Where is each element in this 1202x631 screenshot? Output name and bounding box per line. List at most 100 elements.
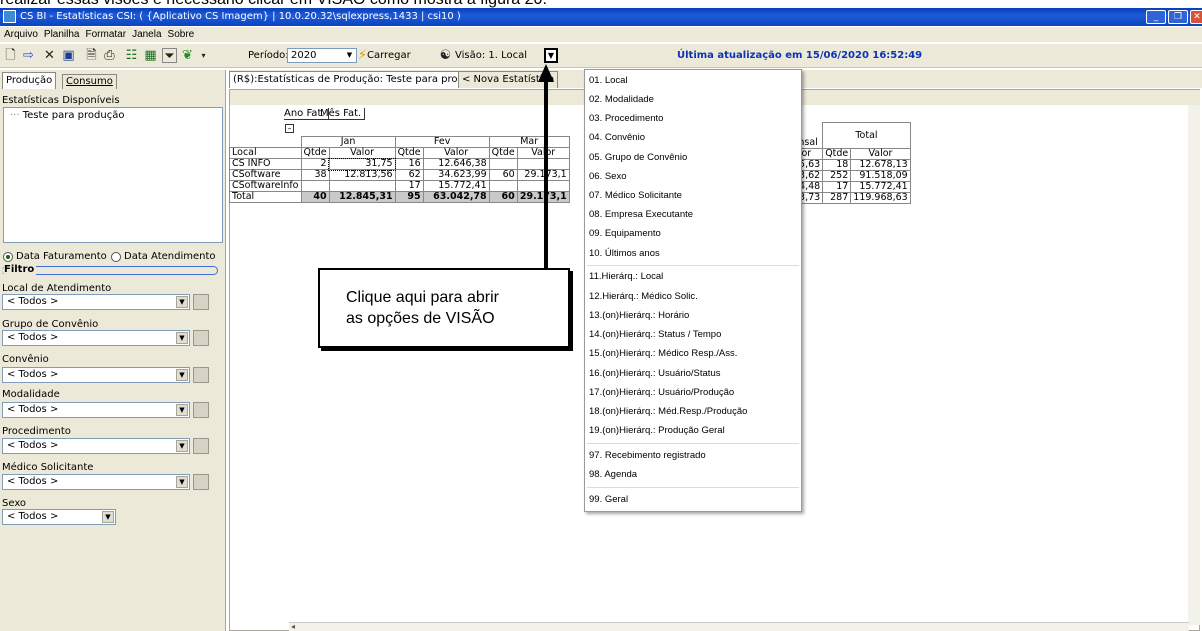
chevron-down-icon: ▼ xyxy=(176,404,188,416)
visao-option-hierarq-med-resp-producao[interactable]: 18.(on)Hierárq.: Méd.Resp./Produção xyxy=(589,406,747,417)
visao-option-hierarq-status-tempo[interactable]: 14.(on)Hierárq.: Status / Tempo xyxy=(589,329,721,340)
filter-select-local[interactable]: < Todos > ▼ xyxy=(2,294,190,310)
table-row-total[interactable]: Total 40 12.845,31 95 63.042,78 60 29.17… xyxy=(229,191,570,203)
visao-option-hierarq-usuario-producao[interactable]: 17.(on)Hierárq.: Usuário/Produção xyxy=(589,387,734,398)
visao-dropdown-button[interactable]: ▼ xyxy=(544,48,558,63)
filter-select-medico[interactable]: < Todos > ▼ xyxy=(2,474,190,490)
visao-option-hierarq-horario[interactable]: 13.(on)Hierárq.: Horário xyxy=(589,310,689,321)
horizontal-scrollbar[interactable]: ◂ xyxy=(289,622,1189,631)
chart-tool-icon[interactable]: ❦ xyxy=(180,48,195,63)
visao-option-hierarq-local[interactable]: 11.Hierárq.: Local xyxy=(589,271,663,282)
table-row: 03,62 252 91.518,09 xyxy=(789,170,911,182)
filter-icon[interactable]: ⏷ xyxy=(162,48,177,64)
visao-option-medico-solicitante[interactable]: 07. Médico Solicitante xyxy=(589,190,682,201)
filter-select-procedimento[interactable]: < Todos > ▼ xyxy=(2,438,190,454)
table-row: Jan Fev Mar xyxy=(230,136,570,148)
visao-option-agenda[interactable]: 98. Agenda xyxy=(589,469,637,480)
visao-option-hierarq-medico[interactable]: 12.Hierárq.: Médico Solic. xyxy=(589,291,698,302)
stats-list-item[interactable]: ··· Teste para produção xyxy=(10,110,124,121)
visao-button[interactable]: Visão: 1. Local xyxy=(455,50,527,61)
print-preview-icon[interactable]: 🗎 xyxy=(84,48,99,63)
visao-option-grupo-convenio[interactable]: 05. Grupo de Convênio xyxy=(589,152,687,163)
table-row[interactable]: CS INFO 2 31,75 16 12.646,38 xyxy=(229,157,570,171)
radio-data-atendimento-label: Data Atendimento xyxy=(124,251,216,262)
filter-select-convenio[interactable]: < Todos > ▼ xyxy=(2,367,190,383)
grid-icon[interactable]: ☷ xyxy=(124,48,139,63)
menu-planilha[interactable]: Planilha xyxy=(44,27,80,42)
radio-data-atendimento[interactable] xyxy=(111,252,121,262)
menu-formatar[interactable]: Formatar xyxy=(86,27,127,42)
filter-options-icon[interactable] xyxy=(193,438,209,454)
chevron-down-icon: ▼ xyxy=(102,511,114,523)
print-icon[interactable]: ⎙ xyxy=(102,48,117,63)
filter-options-icon[interactable] xyxy=(193,367,209,383)
filter-select-grupo-convenio[interactable]: < Todos > ▼ xyxy=(2,330,190,346)
visao-option-convenio[interactable]: 04. Convênio xyxy=(589,132,645,143)
cell: CS INFO xyxy=(229,158,302,170)
visao-option-procedimento[interactable]: 03. Procedimento xyxy=(589,113,663,124)
filter-options-icon[interactable] xyxy=(193,474,209,490)
periodo-value: 2020 xyxy=(291,50,317,61)
filter-select-sexo[interactable]: < Todos > ▼ xyxy=(2,509,116,525)
menu-bar: Arquivo Planilha Formatar Janela Sobre xyxy=(0,27,1202,42)
tab-consumo[interactable]: Consumo xyxy=(62,74,117,89)
visao-option-ultimos-anos[interactable]: 10. Últimos anos xyxy=(589,248,660,259)
visao-option-sexo[interactable]: 06. Sexo xyxy=(589,171,627,182)
col-header: Qtde xyxy=(488,147,518,159)
visao-option-hierarq-producao-geral[interactable]: 19.(on)Hierárq.: Produção Geral xyxy=(589,425,725,436)
filter-select-modalidade[interactable]: < Todos > ▼ xyxy=(2,402,190,418)
visao-option-recebimento[interactable]: 97. Recebimento registrado xyxy=(589,450,706,461)
cell xyxy=(488,158,518,170)
new-file-icon[interactable]: 🗋 xyxy=(3,48,18,63)
table-row: 93,73 287 119.968,63 xyxy=(789,192,911,204)
visao-option-empresa-executante[interactable]: 08. Empresa Executante xyxy=(589,209,693,220)
table-row[interactable]: CSoftwareInfo 17 15.772,41 xyxy=(229,180,570,192)
visao-option-equipamento[interactable]: 09. Equipamento xyxy=(589,228,661,239)
cell: 287 xyxy=(822,192,852,204)
month-header: Jan xyxy=(300,136,396,148)
carregar-button[interactable]: Carregar xyxy=(367,50,411,61)
scroll-left-icon[interactable]: ◂ xyxy=(291,622,295,631)
menu-sobre[interactable]: Sobre xyxy=(168,27,195,42)
vertical-scrollbar[interactable] xyxy=(1188,105,1200,625)
visao-option-geral[interactable]: 99. Geral xyxy=(589,494,628,505)
filter-options-icon[interactable] xyxy=(193,294,209,310)
filter-options-icon[interactable] xyxy=(193,330,209,346)
table-row: 54,48 17 15.772,41 xyxy=(789,181,911,193)
filter-options-icon[interactable] xyxy=(193,402,209,418)
cell: 40 xyxy=(300,191,330,203)
menu-janela[interactable]: Janela xyxy=(132,27,161,42)
visao-option-hierarq-usuario-status[interactable]: 16.(on)Hierárq.: Usuário/Status xyxy=(589,368,720,379)
minimize-button[interactable]: _ xyxy=(1146,10,1166,24)
excel-icon[interactable]: ▦ xyxy=(143,48,158,63)
close-button[interactable]: ✕ xyxy=(1190,10,1202,24)
visao-option-hierarq-medico-resp[interactable]: 15.(on)Hierárq.: Médico Resp./Ass. xyxy=(589,348,737,359)
save-icon[interactable]: ▣ xyxy=(61,48,76,63)
export-icon[interactable]: ⇨ xyxy=(21,48,36,63)
delete-icon[interactable]: ✕ xyxy=(42,48,57,63)
radio-data-faturamento-label: Data Faturamento xyxy=(16,251,107,262)
maximize-button[interactable]: ❐ xyxy=(1168,10,1188,24)
cell: 12.813,56 xyxy=(328,169,396,181)
table-row[interactable]: CSoftware 38 12.813,56 62 34.623,99 60 2… xyxy=(229,169,570,181)
tab-producao[interactable]: Produção xyxy=(2,72,57,89)
collapse-icon[interactable]: – xyxy=(285,124,294,133)
visao-option-modalidade[interactable]: 02. Modalidade xyxy=(589,94,654,105)
cell xyxy=(300,180,330,192)
periodo-select[interactable]: 2020 ▼ xyxy=(287,48,357,63)
chevron-down-icon: ▼ xyxy=(346,51,353,59)
visao-icon: ☯ xyxy=(439,48,452,63)
cell: CSoftware xyxy=(229,169,302,181)
cell: 34.623,99 xyxy=(422,169,490,181)
cell: Total xyxy=(229,191,302,203)
cell: 12.646,38 xyxy=(422,158,490,170)
tab-report-producao[interactable]: (R$):Estatísticas de Produção: Teste par… xyxy=(229,71,492,88)
visao-option-local[interactable]: 01. Local xyxy=(589,75,628,86)
menu-arquivo[interactable]: Arquivo xyxy=(4,27,38,42)
radio-data-faturamento[interactable] xyxy=(3,252,13,262)
cell: 31,75 xyxy=(328,157,397,171)
tool-dropdown-icon[interactable]: ▾ xyxy=(196,48,211,63)
cell: 119.968,63 xyxy=(850,192,911,204)
month-header: Fev xyxy=(394,136,490,148)
pivot-field-mes-fat[interactable]: Mês Fat. xyxy=(320,108,366,120)
